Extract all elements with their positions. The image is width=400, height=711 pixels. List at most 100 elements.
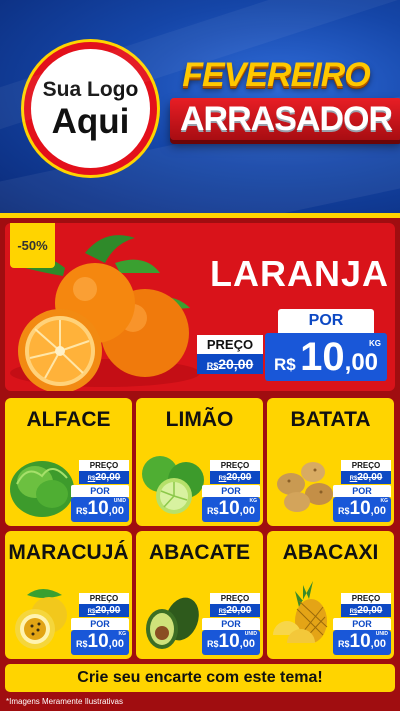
old-price: R$20,00 — [210, 471, 260, 484]
logo-line1: Sua Logo — [42, 77, 139, 101]
currency: R$ — [207, 506, 219, 516]
product-card-maracuja[interactable]: MARACUJÁ PREÇO R$20,00 POR R$10,00 KG — [5, 531, 132, 659]
currency: R$ — [338, 506, 350, 516]
hero-product-name: LARANJA — [210, 253, 390, 294]
disclaimer-note: *Imagens Meramente Ilustrativas — [6, 697, 123, 706]
old-price: R$20,00 — [79, 604, 129, 617]
pineapple-image — [273, 581, 328, 643]
currency: R$ — [338, 639, 350, 649]
hero-new-price: R$ 10,00 KG — [265, 333, 387, 381]
campaign-title-subtitle: ARRASADOR — [180, 100, 393, 138]
price-decimal: ,00 — [108, 505, 124, 517]
new-price: R$10,00 UNID — [202, 630, 260, 655]
new-price-tag: POR R$10,00 UNID — [333, 618, 391, 655]
new-price-label: POR — [202, 485, 260, 497]
old-price-value: 20,00 — [226, 605, 252, 616]
old-price-label: PREÇO — [341, 460, 391, 471]
price-unit: KG — [249, 498, 258, 504]
old-price-value: 20,00 — [226, 472, 252, 483]
new-price-label: POR — [333, 485, 391, 497]
logo-placeholder[interactable]: Sua Logo Aqui — [24, 42, 157, 175]
hero-currency: R$ — [273, 355, 296, 374]
old-price: R$20,00 — [210, 604, 260, 617]
price-integer: 10 — [87, 498, 109, 519]
product-name: ABACAXI — [282, 541, 379, 564]
old-price-label: PREÇO — [79, 593, 129, 604]
new-price: R$10,00 UNID — [71, 497, 129, 522]
product-name: LIMÃO — [165, 408, 234, 431]
currency: R$ — [207, 639, 219, 649]
product-card-limao[interactable]: LIMÃO PREÇO R$20,00 POR R$10,00 KG — [136, 398, 263, 526]
hero-price-unit: KG — [369, 339, 381, 348]
new-price-label: POR — [71, 618, 129, 630]
old-price: R$20,00 — [79, 471, 129, 484]
price-decimal: ,00 — [370, 505, 386, 517]
price-unit: UNID — [113, 498, 126, 504]
hero-offer-card[interactable]: -50% LARANJA PREÇO R$20,00 POR R$ 10,00 … — [5, 223, 395, 391]
hero-old-price-label: PREÇO — [197, 335, 263, 354]
old-price-label: PREÇO — [210, 593, 260, 604]
product-name: ALFACE — [26, 408, 111, 431]
old-price-tag: PREÇO R$20,00 — [79, 460, 129, 484]
lime-image — [142, 456, 204, 514]
old-price-tag: PREÇO R$20,00 — [210, 593, 260, 617]
new-price-label: POR — [71, 485, 129, 497]
price-decimal: ,00 — [370, 638, 386, 650]
old-price-value: 20,00 — [357, 605, 383, 616]
avocado-image — [146, 597, 199, 649]
currency: R$ — [76, 639, 88, 649]
price-decimal: ,00 — [239, 505, 255, 517]
product-card-alface[interactable]: ALFACE PREÇO R$20,00 POR R$10,00 UNID — [5, 398, 132, 526]
lettuce-image — [10, 461, 74, 517]
campaign-title-month: FEVEREIRO — [182, 56, 370, 94]
old-price-tag: PREÇO R$20,00 — [341, 593, 391, 617]
cta-banner[interactable]: Crie seu encarte com este tema! — [5, 664, 395, 692]
price-decimal: ,00 — [239, 638, 255, 650]
price-decimal: ,00 — [108, 638, 124, 650]
new-price-tag: POR R$10,00 KG — [202, 485, 260, 522]
hero-new-price-label: POR — [278, 309, 374, 333]
hero-old-price-value: 20,00 — [218, 356, 254, 372]
campaign-title: FEVEREIRO ARRASADOR — [170, 56, 400, 140]
hero-old-price-tag: PREÇO R$20,00 — [197, 335, 263, 374]
product-card-abacaxi[interactable]: ABACAXI PREÇO R$20,00 POR R$10,00 UNID — [267, 531, 394, 659]
logo-line2: Aqui — [51, 101, 130, 141]
new-price: R$10,00 KG — [202, 497, 260, 522]
new-price-label: POR — [333, 618, 391, 630]
new-price: R$10,00 UNID — [333, 630, 391, 655]
price-integer: 10 — [87, 631, 109, 652]
passion-fruit-image — [15, 589, 67, 649]
old-price-value: 20,00 — [95, 472, 121, 483]
hero-old-price-prefix: R$ — [206, 361, 219, 371]
price-unit: UNID — [375, 631, 388, 637]
old-price-label: PREÇO — [210, 460, 260, 471]
new-price: R$10,00 KG — [333, 497, 391, 522]
price-integer: 10 — [349, 631, 371, 652]
product-card-abacate[interactable]: ABACATE PREÇO R$20,00 POR R$10,00 UNID — [136, 531, 263, 659]
old-price-value: 20,00 — [357, 472, 383, 483]
old-price: R$20,00 — [341, 604, 391, 617]
hero-price-integer: 10 — [300, 335, 345, 379]
old-price-tag: PREÇO R$20,00 — [210, 460, 260, 484]
new-price-tag: POR R$10,00 UNID — [71, 485, 129, 522]
hero-new-price-tag: POR R$ 10,00 KG — [265, 309, 387, 381]
old-price-tag: PREÇO R$20,00 — [79, 593, 129, 617]
new-price-label: POR — [202, 618, 260, 630]
price-unit: KG — [380, 498, 389, 504]
price-unit: KG — [118, 631, 127, 637]
product-card-batata[interactable]: BATATA PREÇO R$20,00 POR R$10,00 KG — [267, 398, 394, 526]
price-unit: UNID — [244, 631, 257, 637]
product-name: BATATA — [290, 408, 371, 431]
potato-image — [277, 462, 333, 512]
campaign-title-plaque: ARRASADOR — [170, 98, 400, 140]
old-price: R$20,00 — [341, 471, 391, 484]
new-price: R$10,00 KG — [71, 630, 129, 655]
price-integer: 10 — [218, 498, 240, 519]
hero-old-price: R$20,00 — [197, 354, 263, 374]
new-price-tag: POR R$10,00 KG — [71, 618, 129, 655]
discount-badge: -50% — [10, 223, 55, 268]
old-price-tag: PREÇO R$20,00 — [341, 460, 391, 484]
product-name: MARACUJÁ — [8, 541, 129, 564]
price-integer: 10 — [349, 498, 371, 519]
old-price-label: PREÇO — [341, 593, 391, 604]
